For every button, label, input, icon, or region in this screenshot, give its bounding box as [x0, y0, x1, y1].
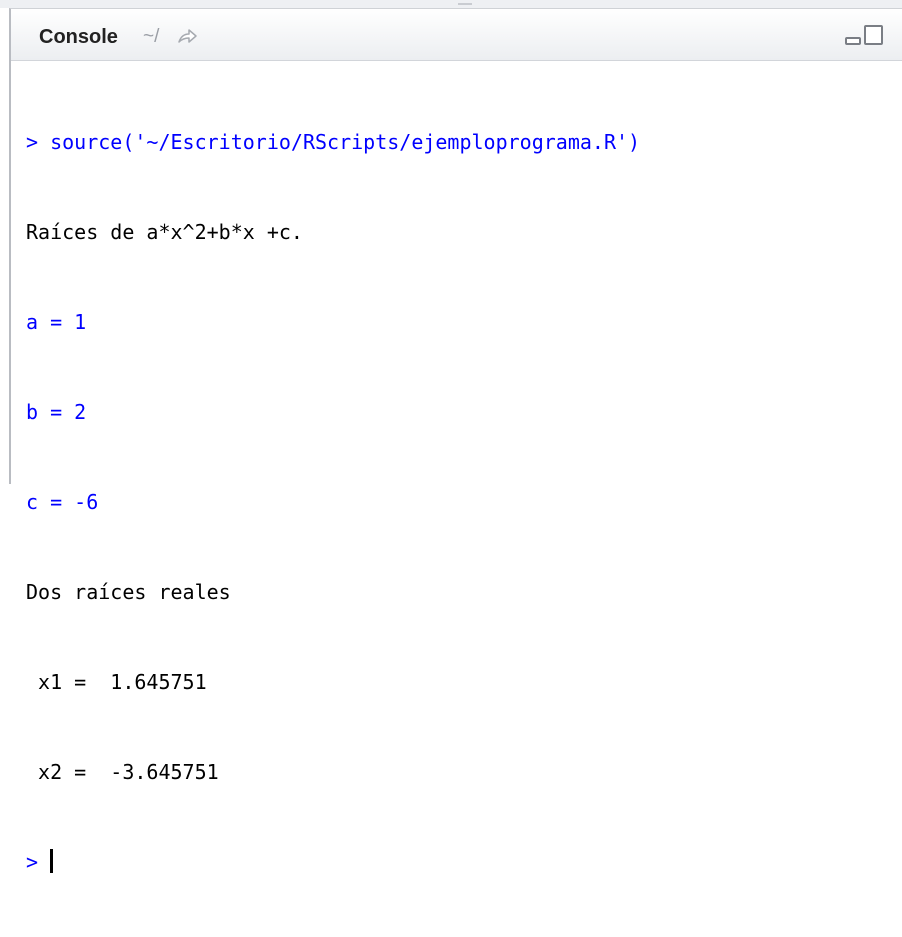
rstudio-console-window: Console ~/ > source('~/Escritorio/RScrip… — [0, 0, 902, 874]
console-output-line: c = -6 — [26, 490, 99, 514]
console-output-line: Dos raíces reales — [26, 580, 231, 604]
console-output-line: x2 = -3.645751 — [26, 760, 219, 784]
minimize-icon[interactable] — [845, 37, 861, 45]
maximize-icon[interactable] — [864, 25, 883, 45]
console-prompt: > — [26, 850, 51, 874]
console-tab-title[interactable]: Console — [39, 25, 118, 49]
console-output-line: Raíces de a*x^2+b*x +c. — [26, 220, 303, 244]
console-command-line: > source('~/Escritorio/RScripts/ejemplop… — [26, 130, 641, 154]
console-output-line: b = 2 — [26, 400, 87, 424]
console-pane: Console ~/ > source('~/Escritorio/RScrip… — [9, 8, 902, 874]
arrow-goto-icon[interactable] — [176, 26, 198, 48]
console-output-line: x1 = 1.645751 — [26, 670, 207, 694]
console-output-line: a = 1 — [26, 310, 87, 334]
working-directory-path: ~/ — [143, 26, 160, 47]
console-header: Console ~/ — [11, 9, 902, 61]
console-output[interactable]: > source('~/Escritorio/RScripts/ejemplop… — [26, 67, 886, 937]
splitter-grip[interactable] — [458, 3, 472, 5]
pane-splitter[interactable] — [0, 0, 902, 8]
console-input-line[interactable]: > — [26, 847, 886, 877]
text-cursor — [50, 849, 54, 873]
